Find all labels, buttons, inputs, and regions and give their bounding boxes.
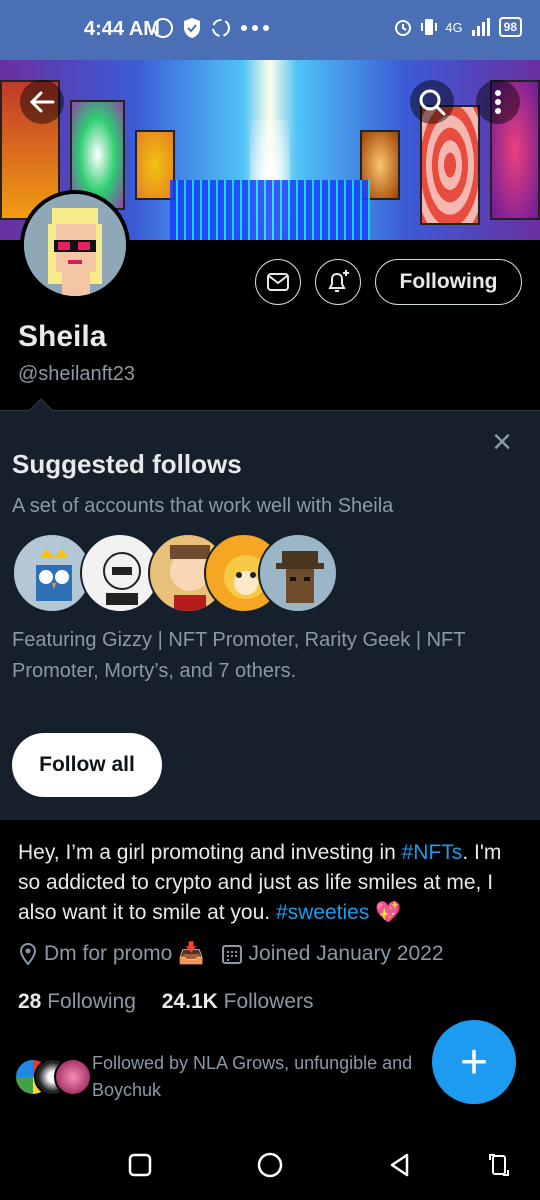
network-label: 4G	[445, 19, 463, 35]
followers-count[interactable]: 24.1K Followers	[162, 990, 314, 1013]
more-dots-icon	[241, 25, 269, 31]
hashtag-sweeties[interactable]: #sweeties	[276, 901, 369, 924]
location-text: Dm for promo	[44, 942, 173, 965]
battery-indicator: 98	[498, 17, 522, 37]
sync-icon	[212, 19, 230, 37]
arrow-left-icon	[29, 91, 55, 113]
status-system-icons: 4G 98	[393, 17, 522, 37]
followed-by-text: Followed by NLA Grows, unfungible and Bo…	[92, 1053, 413, 1100]
inbox-emoji: 📥	[178, 942, 205, 965]
following-button[interactable]: Following	[375, 259, 522, 305]
panel-pointer	[28, 398, 54, 424]
pixel-avatar-image	[24, 194, 126, 296]
suggested-subtitle: A set of accounts that work well with Sh…	[12, 495, 394, 517]
follow-all-button[interactable]: Follow all	[12, 733, 162, 797]
circle-icon	[257, 1152, 283, 1178]
square-icon	[128, 1153, 152, 1177]
alarm-icon	[395, 20, 412, 36]
rotate-button[interactable]	[484, 1150, 514, 1180]
shield-icon	[184, 18, 200, 38]
suggested-title: Suggested follows	[12, 449, 242, 479]
followed-by-row[interactable]: Followed by NLA Grows, unfungible and Bo…	[14, 1050, 454, 1110]
search-icon	[419, 89, 446, 116]
status-bar: 4:44 AM 4G 98	[0, 0, 540, 60]
status-time: 4:44 AM	[84, 18, 160, 40]
profile-avatar[interactable]	[20, 190, 130, 300]
followed-by-avatar	[54, 1058, 92, 1096]
whatsapp-icon	[153, 18, 173, 38]
recents-button[interactable]	[125, 1150, 155, 1180]
rotate-icon	[489, 1154, 509, 1176]
back-nav-button[interactable]	[385, 1150, 415, 1180]
vibrate-icon	[421, 19, 438, 35]
profile-meta: Dm for promo 📥 Joined January 2022	[18, 942, 444, 966]
bell-plus-icon	[328, 270, 349, 292]
joined-date: Joined January 2022	[248, 942, 444, 965]
calendar-icon	[221, 945, 242, 964]
suggested-avatar-pixel	[258, 533, 338, 613]
hashtag-nfts[interactable]: #NFTs	[402, 841, 463, 864]
profile-handle: @sheilanft23	[18, 363, 136, 385]
suggested-featuring: Featuring Gizzy | NFT Promoter, Rarity G…	[12, 629, 466, 682]
signal-icon	[471, 18, 490, 36]
compose-button[interactable]: +	[432, 1020, 516, 1104]
search-button[interactable]	[410, 80, 454, 124]
envelope-icon	[267, 273, 289, 291]
following-count[interactable]: 28 Following	[18, 990, 136, 1013]
follow-counts: 28 Following 24.1K Followers	[18, 990, 314, 1014]
back-button[interactable]	[20, 80, 64, 124]
close-icon[interactable]: ×	[492, 425, 512, 459]
system-nav-bar	[0, 1130, 540, 1200]
status-notification-icons	[152, 17, 270, 39]
more-options-button[interactable]	[476, 80, 520, 124]
triangle-back-icon	[390, 1153, 409, 1177]
bio-text: Hey, I’m a girl promoting and investing …	[18, 841, 402, 864]
home-button[interactable]	[255, 1150, 285, 1180]
notifications-button[interactable]	[315, 259, 361, 305]
more-vertical-icon	[495, 90, 501, 114]
suggested-avatars[interactable]	[12, 533, 342, 613]
profile-bio: Hey, I’m a girl promoting and investing …	[18, 838, 528, 928]
location-pin-icon	[19, 943, 37, 965]
heart-emoji: 💖	[375, 901, 402, 924]
message-button[interactable]	[255, 259, 301, 305]
profile-name: Sheila	[18, 320, 107, 353]
suggested-follows-panel: × Suggested follows A set of accounts th…	[0, 398, 540, 820]
